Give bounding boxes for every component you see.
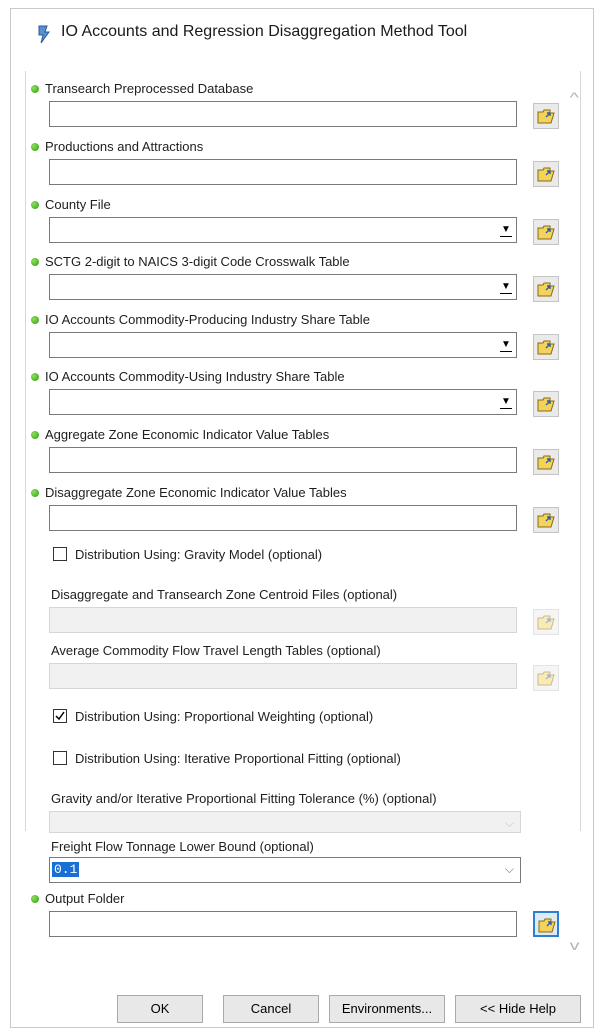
open-folder-icon — [537, 340, 555, 355]
param-label: Productions and Attractions — [45, 139, 204, 154]
required-icon — [31, 201, 39, 209]
aggregate-zone-input[interactable] — [49, 447, 517, 473]
productions-attractions-input[interactable] — [49, 159, 517, 185]
dropdown-arrow-icon[interactable]: ▼ — [500, 224, 512, 237]
browse-button[interactable] — [533, 334, 559, 360]
open-folder-icon — [537, 167, 555, 182]
param-label: Aggregate Zone Economic Indicator Value … — [45, 427, 330, 442]
browse-button[interactable] — [533, 911, 559, 937]
param-label: Disaggregate Zone Economic Indicator Val… — [45, 485, 347, 500]
dropdown-arrow-icon[interactable]: ▼ — [500, 396, 512, 409]
required-icon — [31, 373, 39, 381]
ipf-checkbox[interactable] — [53, 751, 67, 765]
sctg-crosswalk-dropdown[interactable]: ▼ — [49, 274, 517, 300]
io-producing-dropdown[interactable]: ▼ — [49, 332, 517, 358]
dropdown-arrow-icon[interactable]: ▼ — [500, 281, 512, 294]
param-label: Transearch Preprocessed Database — [45, 81, 254, 96]
tolerance-combo[interactable]: ⌵ — [49, 811, 521, 833]
tonnage-lower-bound-combo[interactable]: 0.1 ⌵ — [49, 857, 521, 883]
gravity-model-checkbox[interactable] — [53, 547, 67, 561]
hide-help-button[interactable]: << Hide Help — [455, 995, 581, 1023]
param-label: IO Accounts Commodity-Producing Industry… — [45, 312, 370, 327]
chevron-down-icon[interactable]: ⌵ — [505, 862, 514, 877]
param-label: Average Commodity Flow Travel Length Tab… — [51, 643, 381, 658]
browse-button[interactable] — [533, 391, 559, 417]
toolbox-icon — [35, 24, 53, 44]
required-icon — [31, 431, 39, 439]
open-folder-icon — [537, 282, 555, 297]
required-icon — [31, 143, 39, 151]
open-folder-icon — [537, 671, 555, 686]
param-label: Disaggregate and Transearch Zone Centroi… — [51, 587, 398, 602]
open-folder-icon — [537, 513, 555, 528]
environments-button[interactable]: Environments... — [329, 995, 445, 1023]
transearch-db-input[interactable] — [49, 101, 517, 127]
browse-button[interactable] — [533, 276, 559, 302]
open-folder-icon — [537, 455, 555, 470]
param-label: Output Folder — [45, 891, 125, 906]
open-folder-icon — [537, 109, 555, 124]
param-label: IO Accounts Commodity-Using Industry Sha… — [45, 369, 345, 384]
ok-button[interactable]: OK — [117, 995, 203, 1023]
chevron-down-icon[interactable]: ⌵ — [505, 816, 514, 831]
tool-dialog: IO Accounts and Regression Disaggregatio… — [10, 8, 594, 1028]
centroid-files-input[interactable] — [49, 607, 517, 633]
checkmark-icon — [55, 711, 65, 721]
title-bar: IO Accounts and Regression Disaggregatio… — [11, 9, 593, 57]
browse-button[interactable] — [533, 665, 559, 691]
browse-button[interactable] — [533, 103, 559, 129]
required-icon — [31, 85, 39, 93]
checkbox-label: Distribution Using: Iterative Proportion… — [75, 751, 401, 766]
open-folder-icon — [538, 918, 556, 933]
required-icon — [31, 258, 39, 266]
open-folder-icon — [537, 615, 555, 630]
required-icon — [31, 489, 39, 497]
param-label: County File — [45, 197, 111, 212]
checkbox-label: Distribution Using: Gravity Model (optio… — [75, 547, 323, 562]
browse-button[interactable] — [533, 609, 559, 635]
browse-button[interactable] — [533, 449, 559, 475]
required-icon — [31, 895, 39, 903]
scroll-up-icon[interactable]: ^ — [570, 89, 579, 105]
output-folder-input[interactable] — [49, 911, 517, 937]
browse-button[interactable] — [533, 219, 559, 245]
io-using-dropdown[interactable]: ▼ — [49, 389, 517, 415]
browse-button[interactable] — [533, 161, 559, 187]
dropdown-arrow-icon[interactable]: ▼ — [500, 339, 512, 352]
travel-length-input[interactable] — [49, 663, 517, 689]
dialog-title: IO Accounts and Regression Disaggregatio… — [61, 23, 468, 40]
browse-button[interactable] — [533, 507, 559, 533]
dialog-footer: OK Cancel Environments... << Hide Help — [11, 987, 593, 1027]
disaggregate-zone-input[interactable] — [49, 505, 517, 531]
param-label: Gravity and/or Iterative Proportional Fi… — [51, 791, 437, 806]
open-folder-icon — [537, 225, 555, 240]
required-icon — [31, 316, 39, 324]
cancel-button[interactable]: Cancel — [223, 995, 319, 1023]
param-label: SCTG 2-digit to NAICS 3-digit Code Cross… — [45, 254, 350, 269]
proportional-weighting-checkbox[interactable] — [53, 709, 67, 723]
param-label: Freight Flow Tonnage Lower Bound (option… — [51, 839, 314, 854]
open-folder-icon — [537, 397, 555, 412]
checkbox-label: Distribution Using: Proportional Weighti… — [75, 709, 374, 724]
selected-value[interactable]: 0.1 — [52, 862, 80, 877]
scroll-down-icon[interactable]: v — [570, 937, 580, 953]
county-file-dropdown[interactable]: ▼ — [49, 217, 517, 243]
